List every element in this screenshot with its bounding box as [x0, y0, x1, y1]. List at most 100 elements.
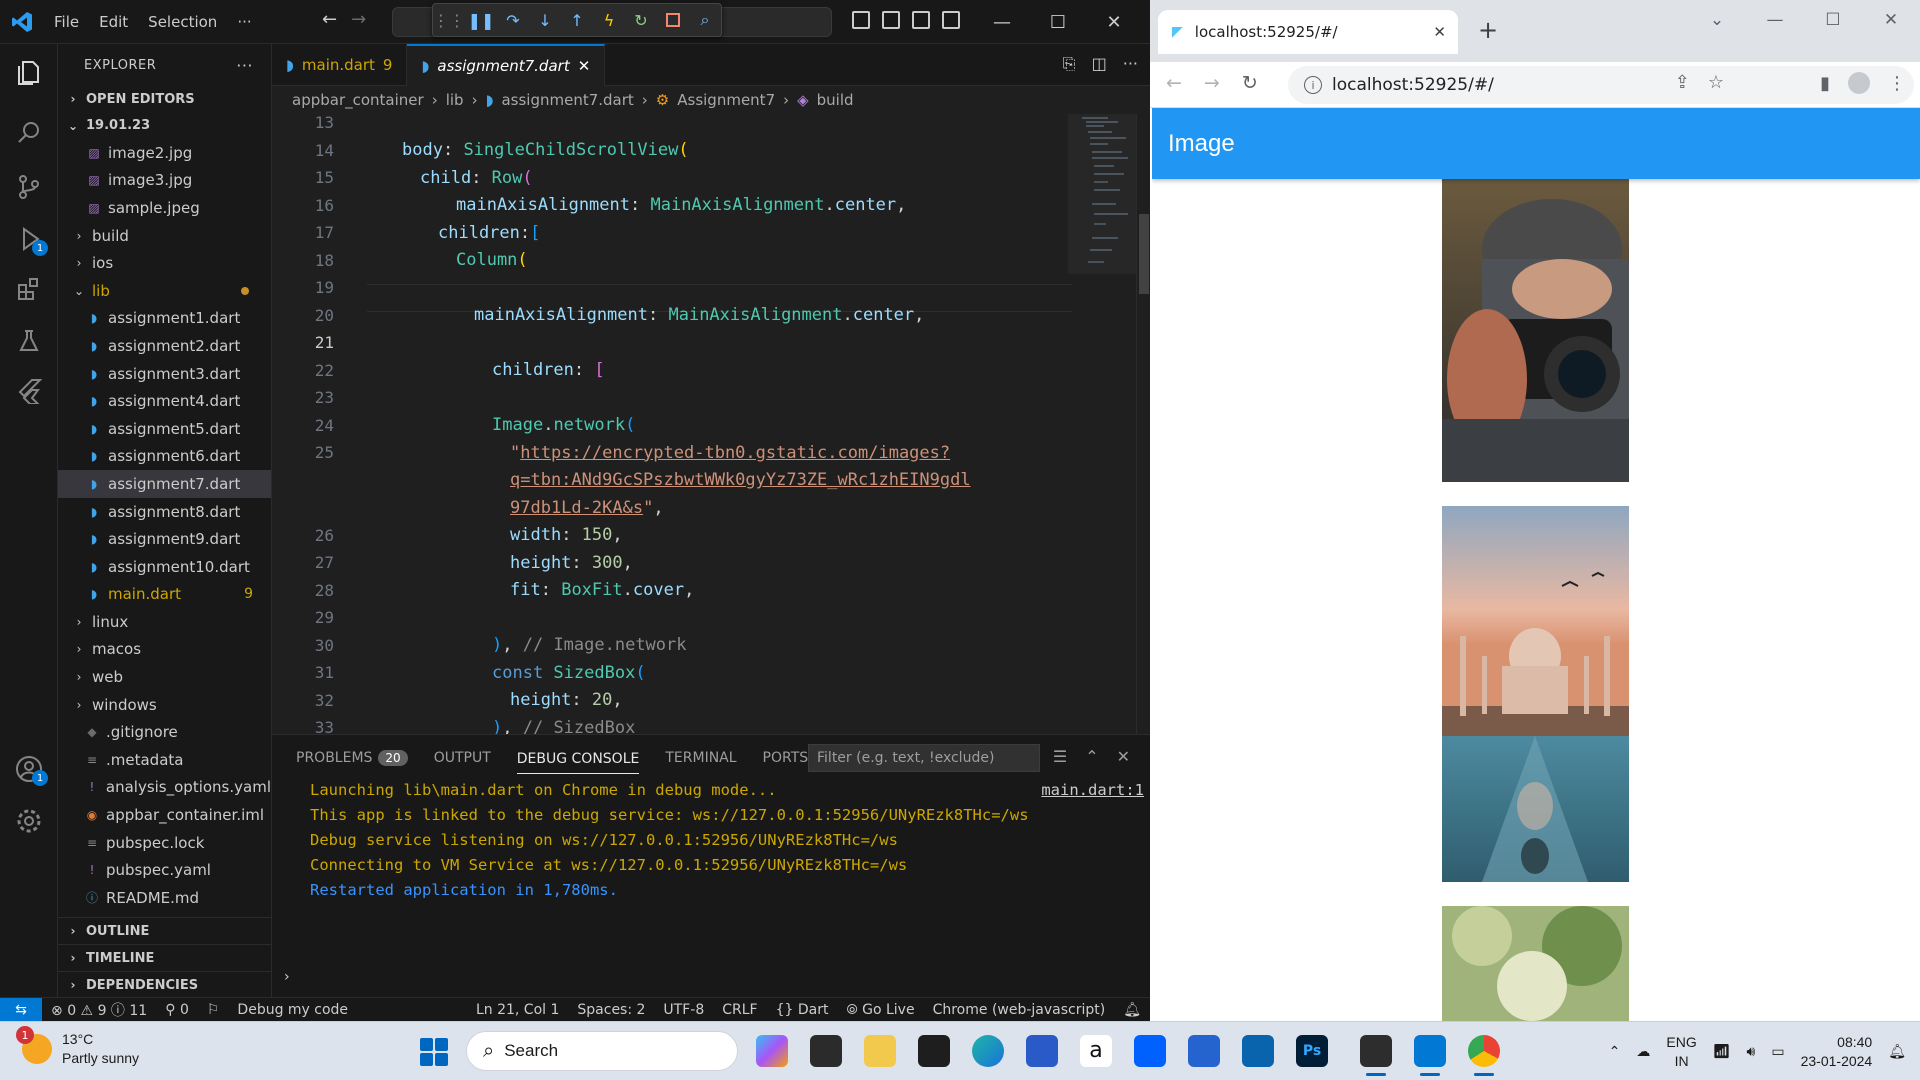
breadcrumb-class[interactable]: Assignment7 [677, 91, 775, 109]
site-info-icon[interactable]: i [1304, 76, 1322, 94]
cmd-icon[interactable] [1360, 1035, 1392, 1076]
tree-item[interactable]: ! pubspec.yaml [58, 856, 271, 884]
taskbar-search[interactable]: ⌕ Search [466, 1031, 738, 1071]
profile-avatar-icon[interactable] [1848, 72, 1870, 94]
customize-layout-icon[interactable] [942, 11, 960, 29]
tab-debug-console[interactable]: DEBUG CONSOLE [516, 743, 640, 774]
tree-item[interactable]: ◗ assignment10.dart [58, 553, 271, 581]
tab-search-icon[interactable]: ⌄ [1688, 0, 1746, 40]
weather-widget[interactable]: 1 13°C Partly sunny [16, 1026, 139, 1068]
tree-item[interactable]: ◗ assignment7.dart [58, 470, 271, 498]
scrollbar-thumb[interactable] [1139, 214, 1149, 294]
folder-section[interactable]: ⌄ 19.01.23 [58, 112, 271, 139]
amazon-icon[interactable]: a [1080, 1035, 1112, 1067]
tree-item[interactable]: ◗ main.dart 9 [58, 581, 271, 609]
editor-scrollbar[interactable] [1136, 114, 1150, 734]
tree-item[interactable]: ▨ image3.jpg [58, 167, 271, 195]
tree-item[interactable]: ! analysis_options.yaml [58, 774, 271, 802]
flutter-icon[interactable] [14, 376, 44, 406]
tree-item[interactable]: ▨ sample.jpeg [58, 194, 271, 222]
code-editor[interactable]: 13 14 15 16 17 18 19 20 21 22 23 24 25 26 27 28 29 30 31 32… [272, 114, 1072, 734]
minimize-icon[interactable]: — [1746, 0, 1804, 40]
explorer-more-icon[interactable]: ··· [236, 56, 253, 75]
tree-item[interactable]: › web [58, 663, 271, 691]
console-filter-input[interactable]: Filter (e.g. text, !exclude) [808, 744, 1040, 772]
tree-item[interactable]: › ios [58, 249, 271, 277]
forward-arrow-icon[interactable]: → [351, 9, 366, 30]
run-debug-icon[interactable]: 1 [14, 224, 48, 256]
close-panel-icon[interactable]: ✕ [1117, 747, 1130, 766]
tree-item[interactable]: ◉ appbar_container.iml [58, 801, 271, 829]
cursor-position[interactable]: Ln 21, Col 1 [467, 1002, 568, 1018]
toggle-secondary-sidebar-icon[interactable] [912, 11, 930, 29]
debug-launch-icon[interactable]: ⚐ [198, 1002, 229, 1018]
extensions-icon[interactable] [14, 274, 44, 304]
menu-file[interactable]: File [44, 13, 89, 31]
timeline-section[interactable]: › TIMELINE [58, 944, 271, 971]
start-button-icon[interactable] [420, 1038, 448, 1066]
breadcrumb-lib[interactable]: lib [446, 91, 464, 109]
file-explorer-icon[interactable] [864, 1035, 896, 1067]
tab-assignment7-dart[interactable]: ◗ assignment7.dart ✕ [407, 44, 606, 86]
clear-console-icon[interactable]: ☰ [1053, 747, 1067, 766]
tree-item[interactable]: ◗ assignment3.dart [58, 360, 271, 388]
maximize-panel-icon[interactable]: ⌃ [1085, 747, 1098, 766]
tab-output[interactable]: OUTPUT [434, 750, 491, 766]
tree-item[interactable]: ⓘ README.md [58, 884, 271, 912]
copilot-icon[interactable] [756, 1035, 788, 1067]
mail-icon[interactable] [1242, 1035, 1274, 1067]
tree-item[interactable]: ◗ assignment6.dart [58, 443, 271, 471]
drag-handle-icon[interactable]: ⋮⋮ [433, 10, 465, 30]
tree-item[interactable]: ▨ image2.jpg [58, 139, 271, 167]
tree-item[interactable]: ≡ pubspec.lock [58, 829, 271, 857]
debug-config[interactable]: Debug my code [228, 1002, 357, 1018]
device-selector[interactable]: Chrome (web-javascript) [924, 1002, 1115, 1018]
close-icon[interactable]: ✕ [1086, 12, 1142, 33]
testing-icon[interactable] [14, 326, 44, 356]
account-icon[interactable]: 1 [14, 754, 48, 786]
minimap[interactable] [1068, 114, 1138, 314]
forward-arrow-icon[interactable]: → [1204, 72, 1220, 94]
pause-icon[interactable]: ❚❚ [468, 10, 495, 30]
console-prompt-icon[interactable]: › [284, 969, 290, 985]
tree-item[interactable]: ◗ assignment4.dart [58, 387, 271, 415]
dropbox-icon[interactable] [1134, 1035, 1166, 1067]
problems-status[interactable]: ⊗ 0 ⚠ 9 ⓘ 11 [42, 1000, 156, 1020]
step-into-icon[interactable]: ↓ [535, 10, 555, 30]
notifications-bell-icon[interactable]: 🔔︎ [1888, 1043, 1906, 1060]
dependencies-section[interactable]: › DEPENDENCIES [58, 971, 271, 997]
step-over-icon[interactable]: ↷ [503, 10, 523, 30]
language-indicator[interactable]: ENG IN [1666, 1033, 1696, 1071]
indentation[interactable]: Spaces: 2 [568, 1002, 654, 1018]
bookmark-star-icon[interactable]: ☆ [1708, 72, 1724, 93]
side-panel-icon[interactable]: ▮ [1820, 73, 1830, 94]
photoshop-icon[interactable]: Ps [1296, 1035, 1328, 1067]
terminal-icon[interactable] [918, 1035, 950, 1067]
tree-item[interactable]: › windows [58, 691, 271, 719]
maximize-icon[interactable]: ☐ [1030, 12, 1086, 33]
chevron-up-icon[interactable]: ⌃ [1609, 1043, 1621, 1060]
tree-item[interactable]: › build [58, 222, 271, 250]
menu-edit[interactable]: Edit [89, 13, 138, 31]
vscode-taskbar-icon[interactable] [1414, 1035, 1446, 1076]
tree-item[interactable]: ◗ assignment8.dart [58, 498, 271, 526]
console-source-link[interactable]: main.dart:1 [1041, 781, 1144, 799]
toggle-panel-icon[interactable] [882, 11, 900, 29]
devtools-search-icon[interactable]: ⌕ [695, 10, 715, 30]
tab-main-dart[interactable]: ◗ main.dart 9 [272, 44, 408, 86]
hot-reload-icon[interactable]: ϟ [599, 10, 619, 30]
store-icon[interactable] [1026, 1035, 1058, 1067]
source-control-icon[interactable] [14, 172, 44, 202]
wifi-icon[interactable]: 📶︎ [1713, 1043, 1731, 1060]
todo-icon[interactable] [1188, 1035, 1220, 1067]
open-editors-section[interactable]: › OPEN EDITORS [58, 86, 271, 112]
editor-more-icon[interactable]: ··· [1123, 54, 1138, 74]
tree-item[interactable]: ◗ assignment5.dart [58, 415, 271, 443]
tab-close-icon[interactable]: ✕ [1433, 23, 1446, 41]
tree-item[interactable]: ◗ assignment1.dart [58, 305, 271, 333]
tree-item[interactable]: ≡ .metadata [58, 746, 271, 774]
maximize-icon[interactable]: ☐ [1804, 0, 1862, 40]
menu-selection[interactable]: Selection [138, 13, 227, 31]
minimize-icon[interactable]: — [974, 12, 1030, 33]
toggle-sidebar-icon[interactable] [852, 11, 870, 29]
